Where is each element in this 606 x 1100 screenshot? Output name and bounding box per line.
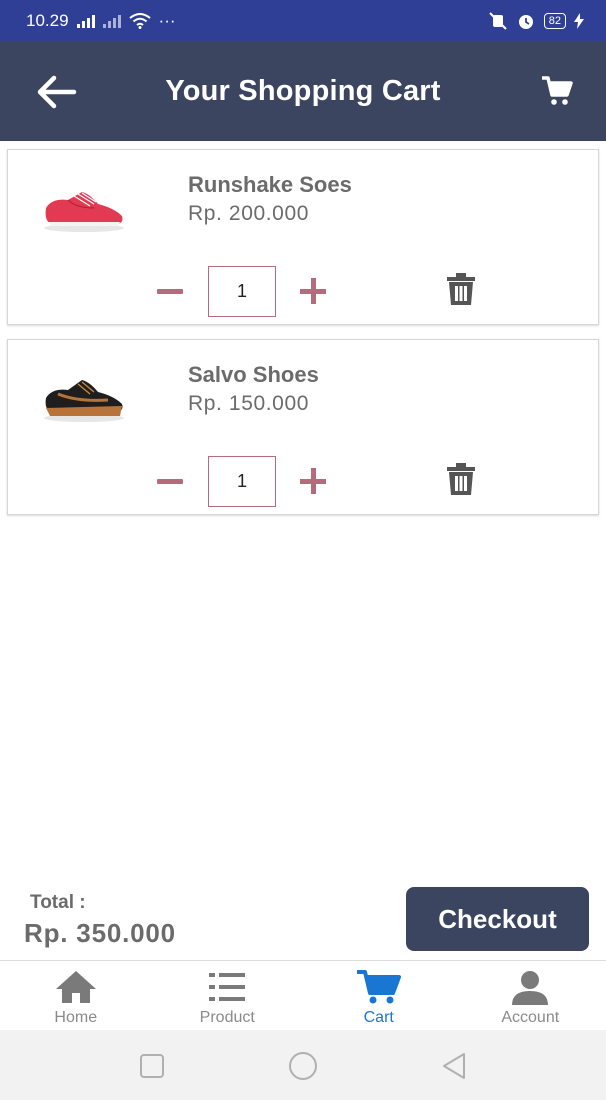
nav-label: Home: [54, 1009, 98, 1026]
product-name: Salvo Shoes: [188, 362, 319, 387]
app-bar: Your Shopping Cart: [0, 41, 606, 141]
bottom-navigation: Home Product Cart Account: [0, 960, 606, 1030]
nav-item-home[interactable]: Home: [0, 961, 152, 1031]
signal-secondary-icon: [102, 14, 121, 28]
decrease-quantity-button[interactable]: [156, 467, 184, 495]
product-name: Runshake Soes: [188, 172, 352, 197]
product-image-red-sneaker: [44, 192, 124, 232]
arrow-back-icon[interactable]: [34, 73, 78, 111]
triangle-back-icon[interactable]: [438, 1052, 470, 1080]
status-bar: 10.29 ··· 82: [0, 0, 606, 41]
checkout-button[interactable]: Checkout: [406, 887, 589, 951]
circle-home-icon[interactable]: [287, 1052, 319, 1080]
increase-quantity-button[interactable]: [299, 467, 327, 495]
quantity-field[interactable]: [208, 266, 276, 317]
nav-label: Cart: [363, 1009, 394, 1026]
cart-item: Runshake Soes Rp. 200.000: [7, 149, 599, 325]
status-right: 82: [488, 11, 584, 31]
signal-icon: [76, 14, 95, 28]
minus-icon: [157, 478, 183, 484]
total-value: Rp. 350.000: [24, 918, 176, 948]
nav-item-account[interactable]: Account: [455, 961, 606, 1031]
list-icon: [209, 973, 246, 1001]
increase-quantity-button[interactable]: [299, 277, 327, 305]
nav-item-cart[interactable]: Cart: [303, 961, 455, 1031]
alarm-icon: [518, 14, 533, 29]
status-left: 10.29 ···: [26, 11, 176, 31]
delete-icon[interactable]: [444, 462, 478, 496]
status-time: 10.29: [26, 10, 69, 30]
delete-icon[interactable]: [444, 272, 478, 306]
cart-summary: Total : Rp. 350.000 Checkout: [0, 880, 606, 960]
cart-item: Salvo Shoes Rp. 150.000: [7, 339, 599, 515]
wifi-icon: [128, 12, 151, 29]
product-price: Rp. 200.000: [188, 202, 310, 225]
battery-indicator: 82: [543, 12, 566, 29]
nav-label: Account: [501, 1009, 560, 1026]
charging-icon: [574, 12, 584, 29]
minus-icon: [157, 288, 183, 294]
product-image-black-brown-sneaker: [44, 380, 124, 422]
account-icon: [512, 971, 549, 1005]
square-recents-icon[interactable]: [136, 1052, 168, 1080]
quantity-field[interactable]: [208, 456, 276, 507]
decrease-quantity-button[interactable]: [156, 277, 184, 305]
page-title: Your Shopping Cart: [165, 74, 441, 107]
cart-icon: [356, 970, 401, 1004]
shopping-cart-icon[interactable]: [540, 75, 574, 107]
nav-label: Product: [199, 1009, 255, 1026]
home-icon: [55, 971, 96, 1003]
product-price: Rp. 150.000: [188, 392, 310, 415]
more-dots-icon: ···: [158, 10, 176, 30]
nav-item-product[interactable]: Product: [152, 961, 304, 1031]
system-navigation: [0, 1030, 606, 1100]
total-label: Total :: [30, 892, 86, 913]
mute-icon: [489, 11, 507, 30]
